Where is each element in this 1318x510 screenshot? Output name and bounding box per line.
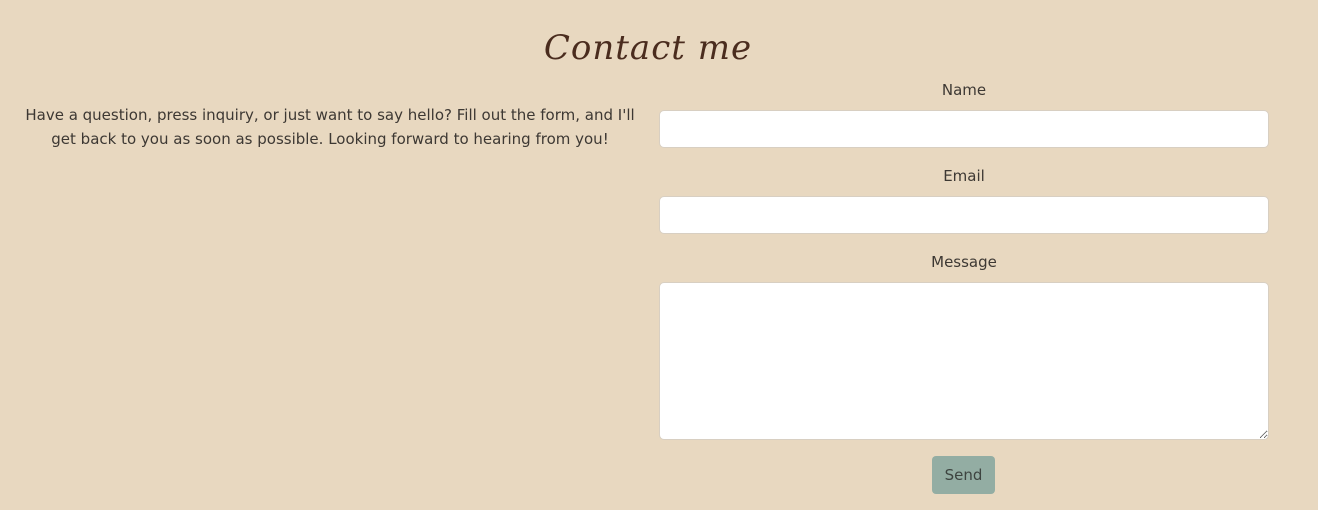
email-input[interactable] [659,196,1269,234]
email-label: Email [943,167,985,185]
name-input[interactable] [659,110,1269,148]
name-field-group: Name [659,80,1269,148]
message-textarea[interactable] [659,282,1269,440]
page-title: Contact me [543,28,753,68]
send-button[interactable]: Send [932,456,995,494]
message-field-group: Message [659,252,1269,440]
email-field-group: Email [659,166,1269,234]
name-label: Name [941,81,987,99]
intro-text: Have a question, press inquiry, or just … [25,106,635,148]
message-label: Message [931,253,997,271]
